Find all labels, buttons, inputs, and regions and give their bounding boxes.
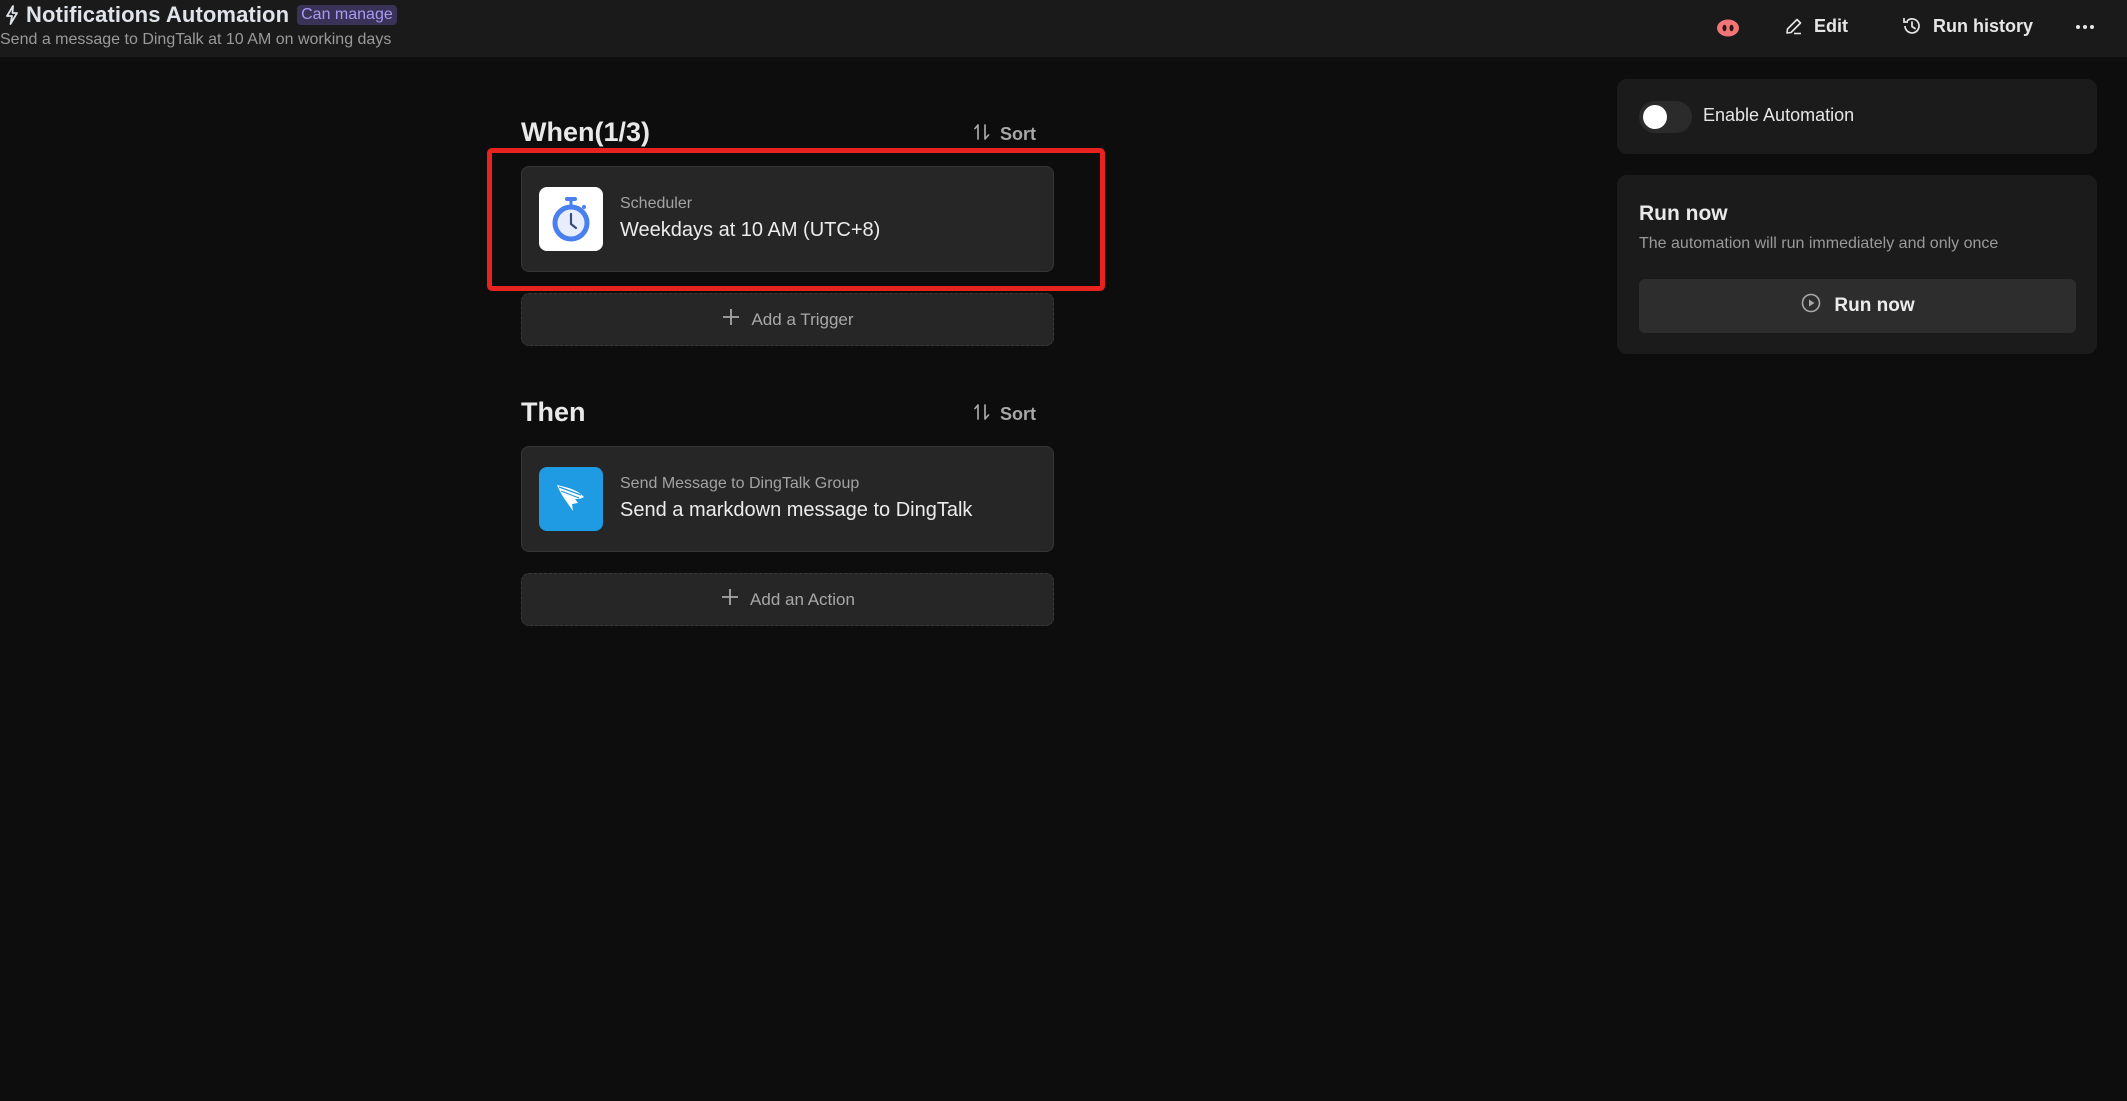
sort-icon: [972, 402, 992, 427]
page-title: Notifications Automation: [26, 2, 290, 27]
plus-icon: [721, 307, 741, 332]
trigger-schedule-value: Weekdays at 10 AM (UTC+8): [620, 219, 881, 241]
then-sort-button[interactable]: Sort: [972, 402, 1036, 427]
toggle-knob: [1643, 105, 1667, 129]
trigger-card-scheduler[interactable]: Scheduler Weekdays at 10 AM (UTC+8): [521, 166, 1054, 272]
add-trigger-button[interactable]: Add a Trigger: [521, 293, 1054, 346]
stopwatch-icon: [539, 187, 603, 251]
avatar[interactable]: [1716, 17, 1740, 39]
action-description-value: Send a markdown message to DingTalk: [620, 499, 973, 521]
when-sort-button[interactable]: Sort: [972, 122, 1036, 147]
then-section-title: Then: [521, 397, 586, 427]
add-action-button[interactable]: Add an Action: [521, 573, 1054, 626]
enable-automation-label: Enable Automation: [1703, 105, 1855, 125]
page-subtitle: Send a message to DingTalk at 10 AM on w…: [0, 31, 392, 48]
edit-button[interactable]: Edit: [1784, 12, 1848, 40]
top-header: Notifications Automation Can manage Send…: [0, 0, 2127, 57]
run-now-panel: Run now The automation will run immediat…: [1617, 175, 2097, 354]
sort-label: Sort: [1000, 124, 1036, 144]
add-action-label: Add an Action: [750, 589, 855, 609]
when-section-title: When(1/3): [521, 117, 651, 147]
lightning-bolt-icon: [4, 4, 20, 26]
play-circle-icon: [1800, 292, 1822, 320]
trigger-type-label: Scheduler: [620, 195, 693, 212]
title-row: Notifications Automation Can manage: [4, 2, 397, 28]
run-history-label: Run history: [1933, 15, 2034, 36]
run-now-button[interactable]: Run now: [1639, 279, 2076, 333]
run-now-button-label: Run now: [1834, 295, 1915, 316]
action-type-label: Send Message to DingTalk Group: [620, 475, 860, 492]
run-history-button[interactable]: Run history: [1901, 12, 2033, 40]
dingtalk-icon: [539, 467, 603, 531]
more-options-button[interactable]: [2073, 14, 2097, 38]
sort-label: Sort: [1000, 404, 1036, 424]
permission-badge: Can manage: [297, 5, 397, 25]
pencil-icon: [1784, 16, 1804, 36]
edit-label: Edit: [1814, 15, 1848, 36]
sort-icon: [972, 122, 992, 147]
plus-icon: [720, 587, 740, 612]
ellipsis-icon: [2075, 17, 2095, 35]
enable-automation-panel: Enable Automation: [1617, 79, 2097, 154]
action-card-dingtalk[interactable]: Send Message to DingTalk Group Send a ma…: [521, 446, 1054, 552]
add-trigger-label: Add a Trigger: [751, 309, 854, 329]
run-now-description: The automation will run immediately and …: [1639, 235, 1999, 252]
history-icon: [1901, 15, 1923, 37]
run-now-title: Run now: [1639, 202, 1728, 225]
enable-automation-toggle[interactable]: [1639, 101, 1692, 133]
